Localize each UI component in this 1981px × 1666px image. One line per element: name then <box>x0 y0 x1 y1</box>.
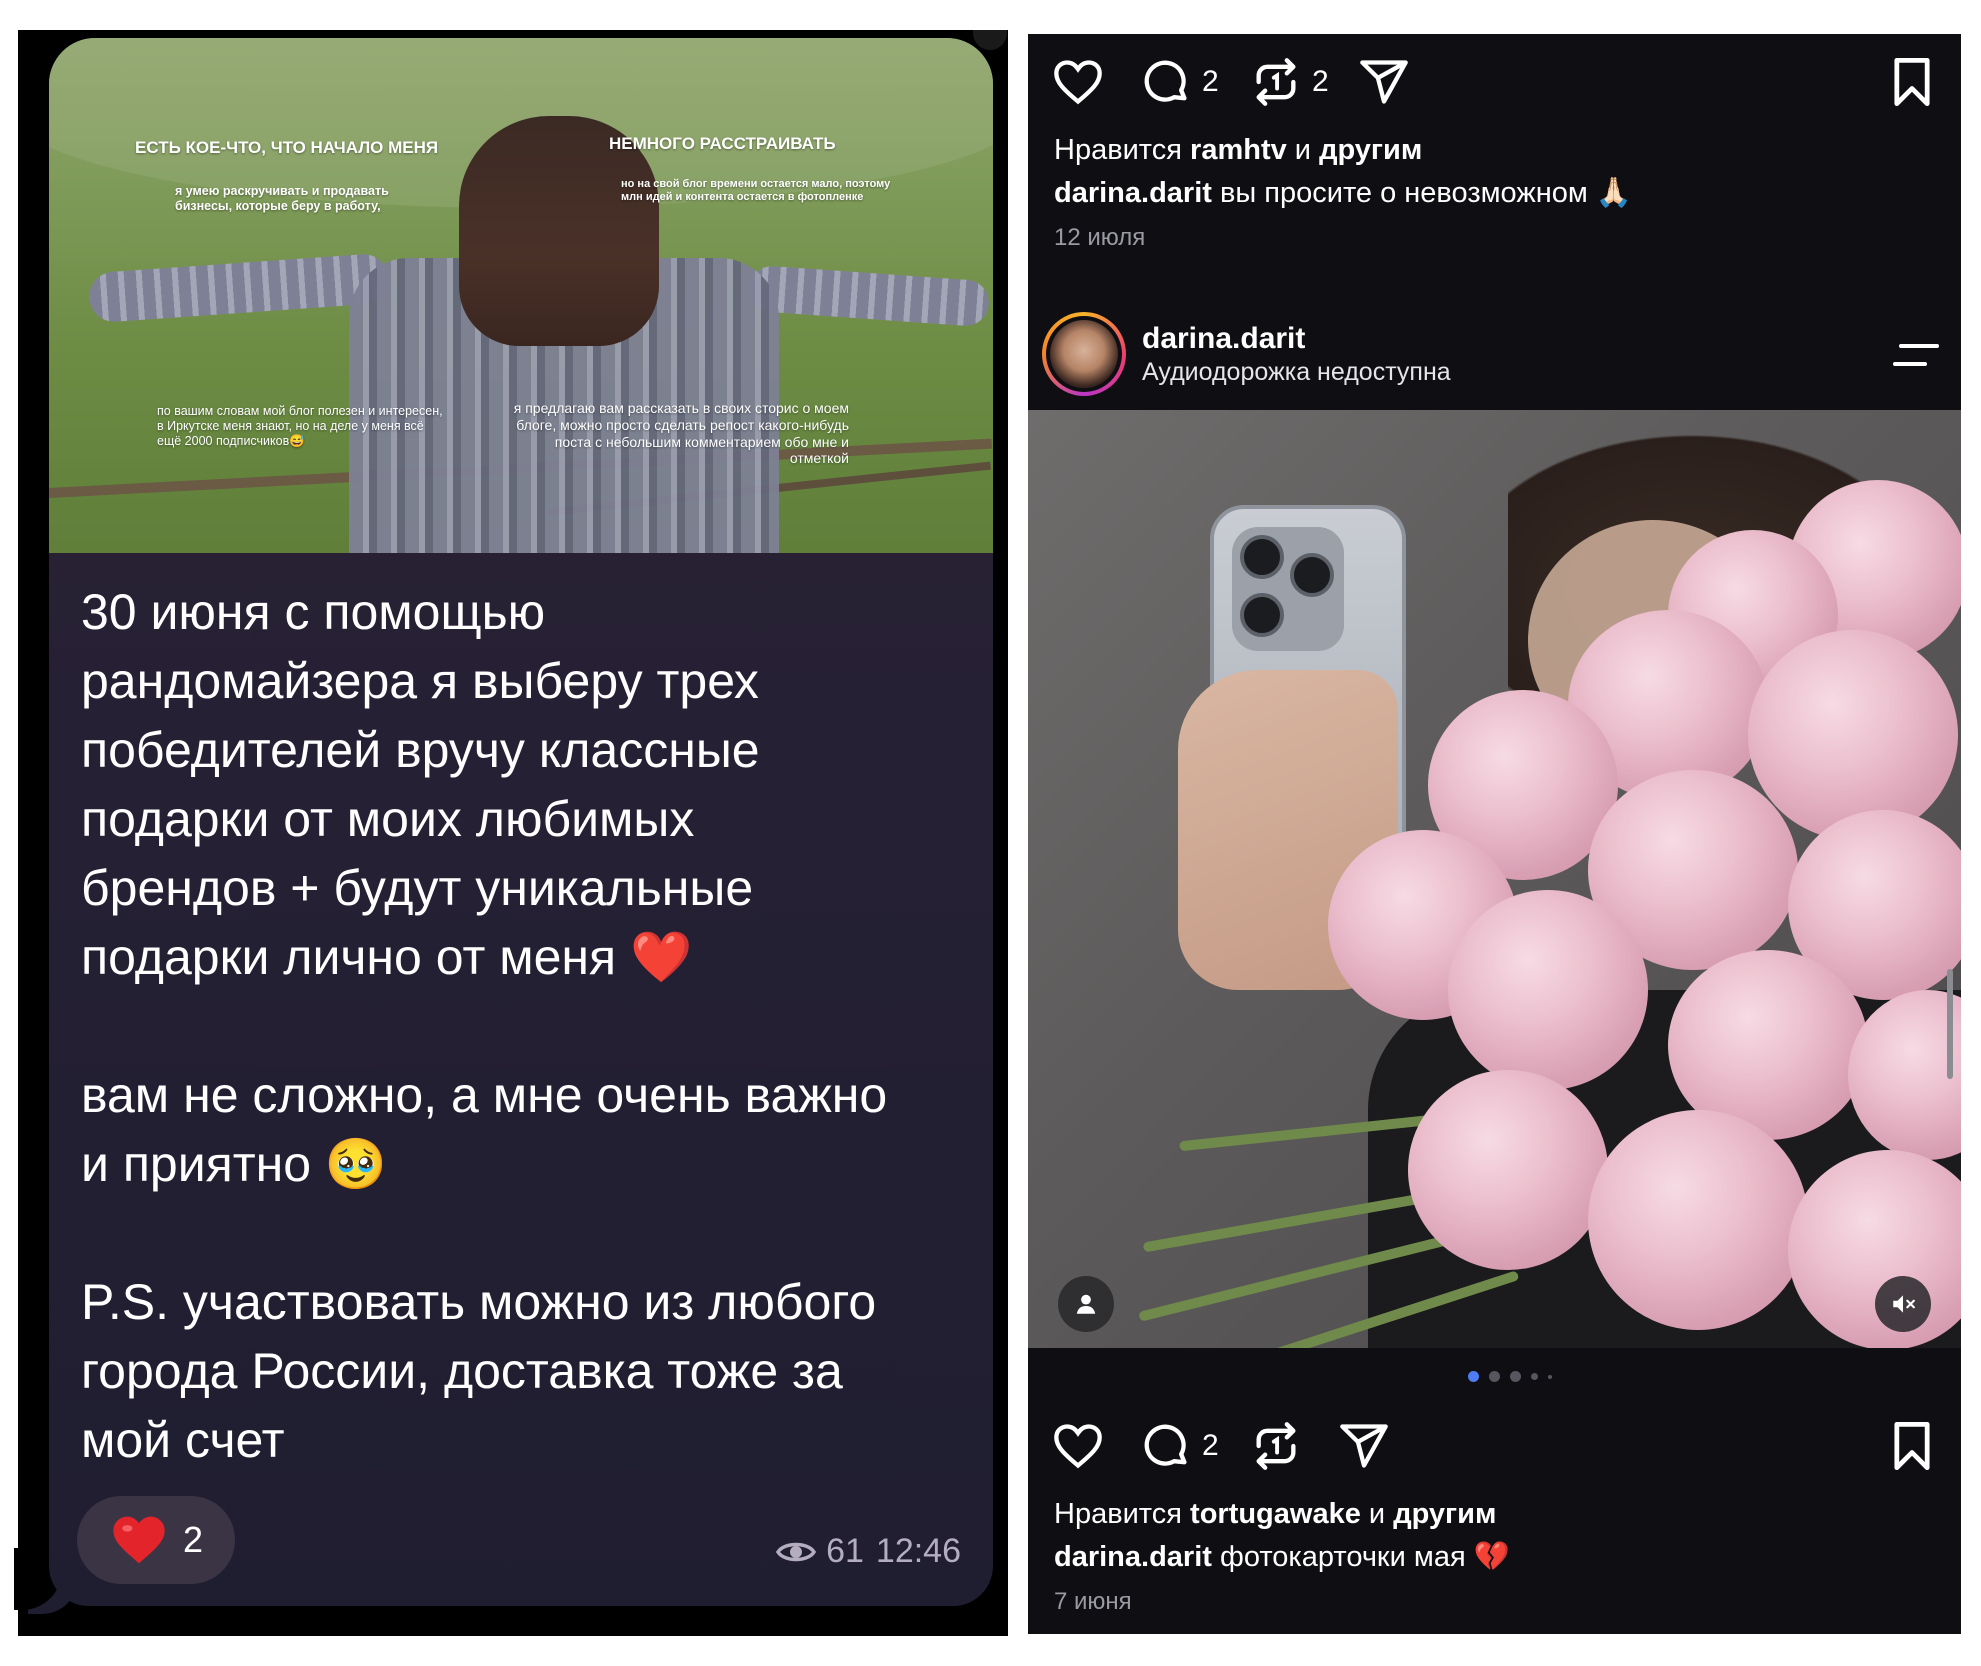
post-actions: 2 2 <box>1028 42 1961 122</box>
photo-text-top-right: но на свой блог времени остается мало, п… <box>621 178 891 204</box>
carousel-dot <box>1468 1371 1479 1382</box>
carousel-dot <box>1548 1374 1552 1379</box>
caption-username[interactable]: darina.darit <box>1054 1541 1212 1573</box>
post-header: darina.darit Аудиодорожка недоступна <box>1028 304 1961 414</box>
likes-prefix: Нравится <box>1054 1498 1191 1530</box>
repost-button[interactable]: 2 <box>1250 56 1329 108</box>
message-line <box>81 992 971 1061</box>
menu-icon[interactable] <box>1893 340 1939 370</box>
carousel-indicator <box>1468 1371 1552 1382</box>
comment-count: 2 <box>1202 65 1219 98</box>
caption: darina.darit вы просите о невозможном 🙏🏻 <box>1054 176 1632 210</box>
telegram-panel: ЕСТЬ КОЕ-ЧТО, ЧТО НАЧАЛО МЕНЯ НЕМНОГО РА… <box>14 30 1008 1636</box>
message-line: вам не сложно, а мне очень важно <box>81 1067 888 1123</box>
heart-icon <box>1054 1424 1102 1469</box>
message-line <box>81 1199 971 1268</box>
caption-text: вы просите о невозможном 🙏🏻 <box>1211 177 1632 209</box>
caption-text: фотокарточки мая 💔 <box>1211 1541 1510 1573</box>
message-text: 30 июня с помощью рандомайзера я выберу … <box>81 578 971 1475</box>
message-line: P.S. участвовать можно из любого <box>81 1274 877 1330</box>
message-line: рандомайзера я выберу трех <box>81 653 759 709</box>
message-bubble[interactable]: ЕСТЬ КОЕ-ЧТО, ЧТО НАЧАЛО МЕНЯ НЕМНОГО РА… <box>49 38 993 1606</box>
reaction-button[interactable]: 2 <box>77 1496 235 1584</box>
post-date: 7 июня <box>1054 1588 1132 1615</box>
likes-and: и <box>1360 1498 1394 1530</box>
likes-prefix: Нравится <box>1054 134 1191 166</box>
person-icon <box>1076 1294 1096 1314</box>
photo-text-bottom-right: я предлагаю вам рассказать в своих стори… <box>513 400 849 467</box>
audio-unavailable-label[interactable]: Аудиодорожка недоступна <box>1142 358 1451 387</box>
liked-by-user[interactable]: ramhtv <box>1190 134 1287 166</box>
likes-line: Нравится ramhtv и другим <box>1054 134 1422 167</box>
like-button[interactable] <box>1052 56 1104 108</box>
comment-button[interactable]: 2 <box>1140 56 1219 108</box>
tagged-people-button[interactable] <box>1058 1276 1114 1332</box>
post-photo[interactable]: ЕСТЬ КОЕ-ЧТО, ЧТО НАЧАЛО МЕНЯ НЕМНОГО РА… <box>49 38 993 553</box>
comment-button[interactable]: 2 <box>1140 1420 1219 1472</box>
view-count: 61 <box>826 1532 864 1570</box>
heart-icon <box>113 1516 165 1564</box>
eye-icon <box>776 1542 817 1561</box>
share-button[interactable] <box>1338 1420 1390 1472</box>
repost-button[interactable] <box>1250 1420 1302 1472</box>
post-date: 12 июля <box>1054 224 1146 251</box>
post-photo[interactable] <box>1028 410 1961 1348</box>
comment-count: 2 <box>1202 1429 1219 1462</box>
bookmark-icon <box>1894 1421 1930 1471</box>
carousel-dot <box>1510 1371 1521 1382</box>
bookmark-icon <box>1894 57 1930 107</box>
message-line: 30 июня с помощью <box>81 584 546 640</box>
photo-heading-right: НЕМНОГО РАССТРАИВАТЬ <box>609 134 836 153</box>
reaction-count: 2 <box>183 1519 204 1560</box>
message-line: мой счет <box>81 1412 285 1468</box>
mute-button[interactable] <box>1875 1276 1931 1332</box>
message-line: города России, доставка тоже за <box>81 1343 843 1399</box>
post-username[interactable]: darina.darit <box>1142 322 1305 356</box>
message-time: 12:46 <box>875 1532 961 1570</box>
share-button[interactable] <box>1358 56 1410 108</box>
likes-and: и <box>1286 134 1320 166</box>
send-icon <box>1340 1424 1388 1468</box>
photo-text-bottom-left: по вашим словам мой блог полезен и интер… <box>157 404 443 448</box>
avatar[interactable] <box>1042 312 1126 396</box>
save-button[interactable] <box>1886 56 1938 108</box>
message-line: подарки от моих любимых <box>81 791 695 847</box>
message-line: победителей вручу классные <box>81 722 760 778</box>
send-icon <box>1360 60 1408 104</box>
caption-username[interactable]: darina.darit <box>1054 177 1212 209</box>
message-line: и приятно 🥹 <box>81 1136 388 1192</box>
photo-arm <box>747 264 991 328</box>
likes-line: Нравится tortugawake и другим <box>1054 1498 1496 1531</box>
save-button[interactable] <box>1886 1420 1938 1472</box>
liked-by-others[interactable]: другим <box>1393 1498 1496 1530</box>
phone-camera <box>1232 527 1344 651</box>
comment-icon <box>1144 60 1187 102</box>
like-button[interactable] <box>1052 1420 1104 1472</box>
repost-icon <box>1256 58 1296 106</box>
instagram-feed: 2 2 Нравится ramhtv и другим darina.dari… <box>1028 34 1961 1634</box>
photo-arm <box>87 252 391 324</box>
message-line: брендов + будут уникальные <box>81 860 754 916</box>
comment-icon <box>1144 1424 1187 1466</box>
mute-icon <box>1893 1295 1915 1313</box>
message-line: подарки лично от меня ❤️ <box>81 929 693 985</box>
repost-count: 2 <box>1312 65 1329 98</box>
message-meta: 61 12:46 <box>776 1532 961 1571</box>
heart-icon <box>1054 60 1102 105</box>
scrollbar[interactable] <box>1947 969 1953 1079</box>
caption: darina.darit фотокарточки мая 💔 <box>1054 1540 1510 1574</box>
carousel-dot <box>1531 1373 1538 1380</box>
liked-by-others[interactable]: другим <box>1319 134 1422 166</box>
repost-icon <box>1256 1422 1296 1470</box>
photo-text-top-left: я умею раскручивать и продавать бизнесы,… <box>175 184 389 213</box>
liked-by-user[interactable]: tortugawake <box>1190 1498 1361 1530</box>
post-actions: 2 <box>1028 1406 1961 1486</box>
photo-heading-left: ЕСТЬ КОЕ-ЧТО, ЧТО НАЧАЛО МЕНЯ <box>135 138 439 157</box>
avatar-image <box>1050 320 1118 388</box>
carousel-dot <box>1489 1371 1500 1382</box>
